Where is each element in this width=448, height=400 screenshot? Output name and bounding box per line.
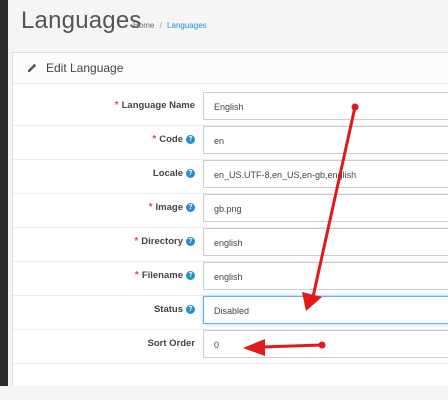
required-marker: * [152, 134, 157, 145]
breadcrumb-separator: / [159, 21, 162, 30]
breadcrumb: Home / Languages [133, 21, 207, 30]
required-marker: * [114, 100, 119, 111]
filename-label-text: Filename [141, 270, 183, 281]
locale-label: Locale? [153, 168, 195, 179]
sort-order-label: Sort Order [147, 338, 195, 349]
required-marker: * [134, 270, 139, 281]
form-row-status: Status? Disabled [13, 294, 448, 330]
image-label-text: Image [155, 202, 183, 213]
code-label: * Code? [152, 134, 195, 145]
breadcrumb-home[interactable]: Home [133, 21, 154, 30]
locale-label-text: Locale [152, 168, 183, 179]
sort-order-label-text: Sort Order [147, 338, 195, 349]
question-circle-icon[interactable]: ? [186, 203, 195, 212]
question-circle-icon[interactable]: ? [186, 305, 195, 314]
locale-input[interactable]: en_US.UTF-8,en_US,en-gb,english [203, 160, 448, 188]
language-name-label: * Language Name [115, 100, 195, 111]
edit-language-panel: Edit Language * Language Name English * Code… [12, 52, 448, 394]
status-label: Status? [154, 304, 195, 315]
filename-label: * Filename? [135, 270, 195, 281]
footer-strip [0, 386, 448, 400]
image-label: * Image? [149, 202, 195, 213]
question-circle-icon[interactable]: ? [186, 135, 195, 144]
page-title: Languages [21, 7, 142, 34]
pencil-icon [26, 62, 38, 74]
code-label-text: Code [159, 134, 183, 145]
language-name-input[interactable]: English [203, 92, 448, 120]
form-row-directory: * Directory? english [13, 226, 448, 262]
filename-input[interactable]: english [203, 262, 448, 290]
code-input[interactable]: en [203, 126, 448, 154]
directory-label-text: Directory [141, 236, 183, 247]
status-label-text: Status [153, 304, 183, 315]
form-row-image: * Image? gb.png [13, 192, 448, 228]
form-row-language-name: * Language Name English [13, 90, 448, 126]
sort-order-input[interactable]: 0 [203, 330, 448, 358]
image-input[interactable]: gb.png [203, 194, 448, 222]
question-circle-icon[interactable]: ? [186, 169, 195, 178]
directory-label: * Directory? [134, 236, 195, 247]
status-select[interactable]: Disabled [203, 296, 448, 324]
form-row-locale: Locale? en_US.UTF-8,en_US,en-gb,english [13, 158, 448, 194]
language-name-label-text: Language Name [121, 100, 195, 111]
form-row-code: * Code? en [13, 124, 448, 160]
form-row-sort-order: Sort Order 0 [13, 328, 448, 364]
sidebar-edge [0, 0, 8, 386]
breadcrumb-current[interactable]: Languages [167, 21, 207, 30]
directory-input[interactable]: english [203, 228, 448, 256]
question-circle-icon[interactable]: ? [186, 237, 195, 246]
required-marker: * [134, 236, 139, 247]
question-circle-icon[interactable]: ? [186, 271, 195, 280]
panel-heading-title: Edit Language [46, 61, 124, 75]
form-row-filename: * Filename? english [13, 260, 448, 296]
panel-heading: Edit Language [13, 53, 448, 84]
required-marker: * [148, 202, 153, 213]
